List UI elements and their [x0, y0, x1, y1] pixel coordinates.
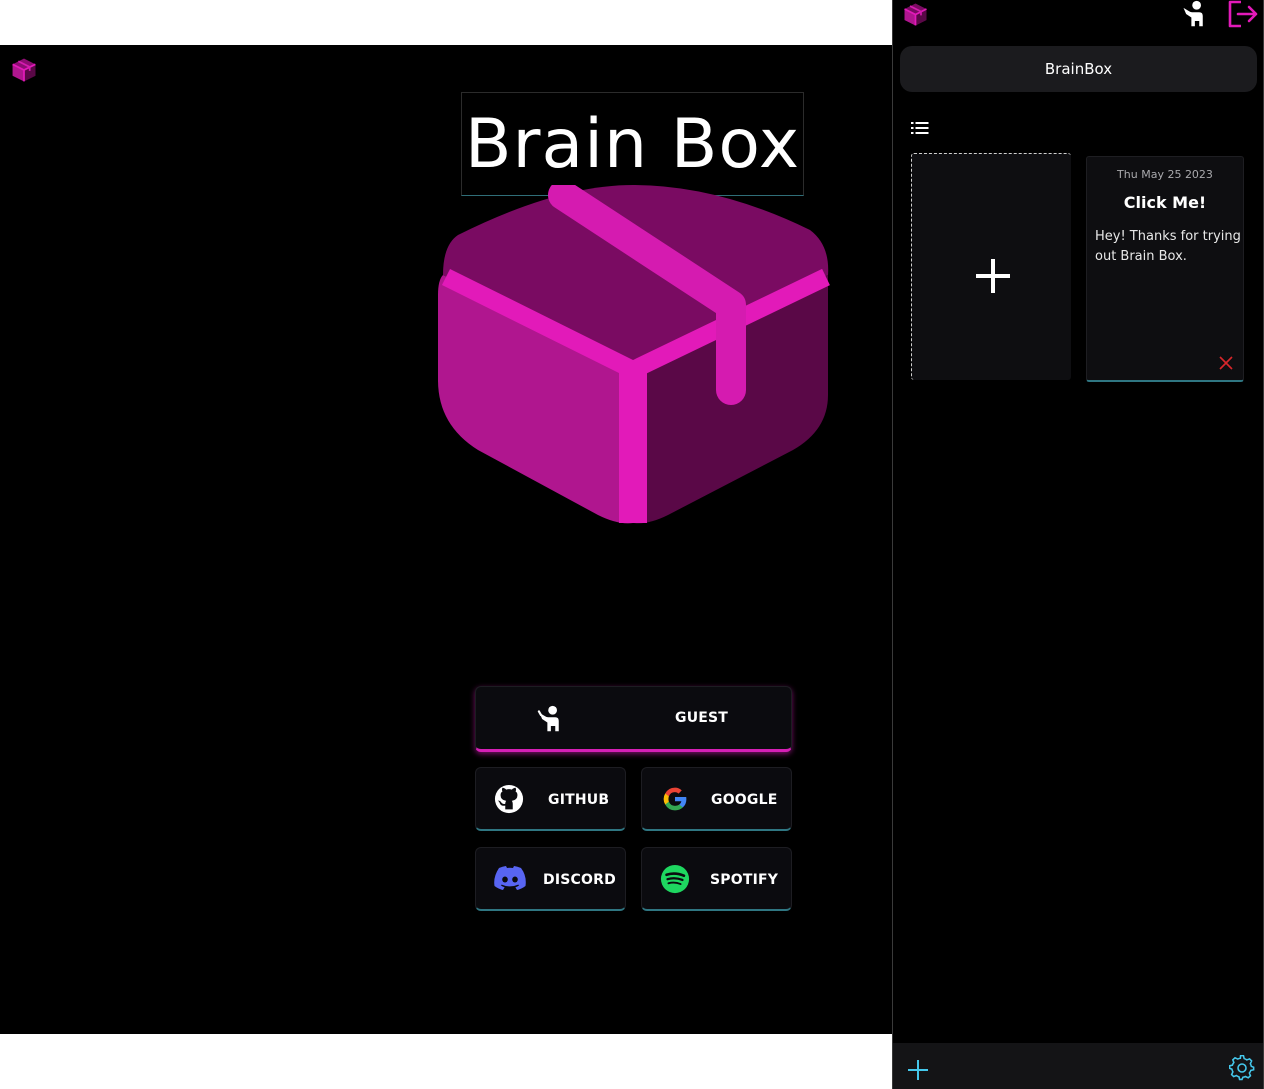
- panel-footer: [893, 1043, 1263, 1089]
- user-icon[interactable]: [1180, 0, 1208, 28]
- note-title: Click Me!: [1123, 193, 1207, 212]
- gear-icon[interactable]: [1229, 1055, 1255, 1081]
- note-body: Hey! Thanks for trying out Brain Box.: [1095, 229, 1241, 264]
- box-logo-icon: [438, 185, 830, 524]
- box-logo-icon[interactable]: [902, 1, 929, 28]
- guest-label: GUEST: [675, 710, 729, 726]
- main-page: Brain Box GUEST GITHUB GOOGLE DISCORD SP…: [0, 45, 892, 1034]
- discord-label: DISCORD: [543, 872, 616, 888]
- discord-login-button[interactable]: DISCORD: [475, 847, 626, 911]
- app-title: Brain Box: [464, 105, 801, 184]
- note-date: Thu May 25 2023: [1117, 168, 1213, 181]
- note-card[interactable]: Thu May 25 2023 Click Me! Hey! Thanks fo…: [1086, 156, 1244, 382]
- box-logo-icon[interactable]: [10, 56, 38, 84]
- panel-title: BrainBox: [900, 46, 1257, 92]
- google-icon: [663, 787, 687, 811]
- logout-icon[interactable]: [1227, 0, 1259, 28]
- github-label: GITHUB: [548, 792, 610, 808]
- notes-side-panel: BrainBox Thu May 25 2023 Click Me! Hey! …: [892, 0, 1264, 1089]
- add-note-card[interactable]: [911, 153, 1071, 380]
- github-login-button[interactable]: GITHUB: [475, 767, 626, 831]
- spotify-login-button[interactable]: SPOTIFY: [641, 847, 792, 911]
- github-icon: [494, 784, 524, 814]
- spotify-icon: [660, 864, 690, 894]
- app-title-box: Brain Box: [461, 92, 804, 196]
- google-login-button[interactable]: GOOGLE: [641, 767, 792, 831]
- discord-icon: [494, 866, 526, 890]
- close-icon[interactable]: [1219, 356, 1233, 370]
- spotify-label: SPOTIFY: [710, 872, 779, 888]
- list-icon[interactable]: [911, 121, 929, 135]
- guest-login-button[interactable]: GUEST: [475, 686, 792, 752]
- plus-icon: [976, 259, 1010, 293]
- plus-icon[interactable]: [907, 1059, 929, 1081]
- google-label: GOOGLE: [711, 792, 778, 808]
- guest-user-icon: [537, 705, 559, 732]
